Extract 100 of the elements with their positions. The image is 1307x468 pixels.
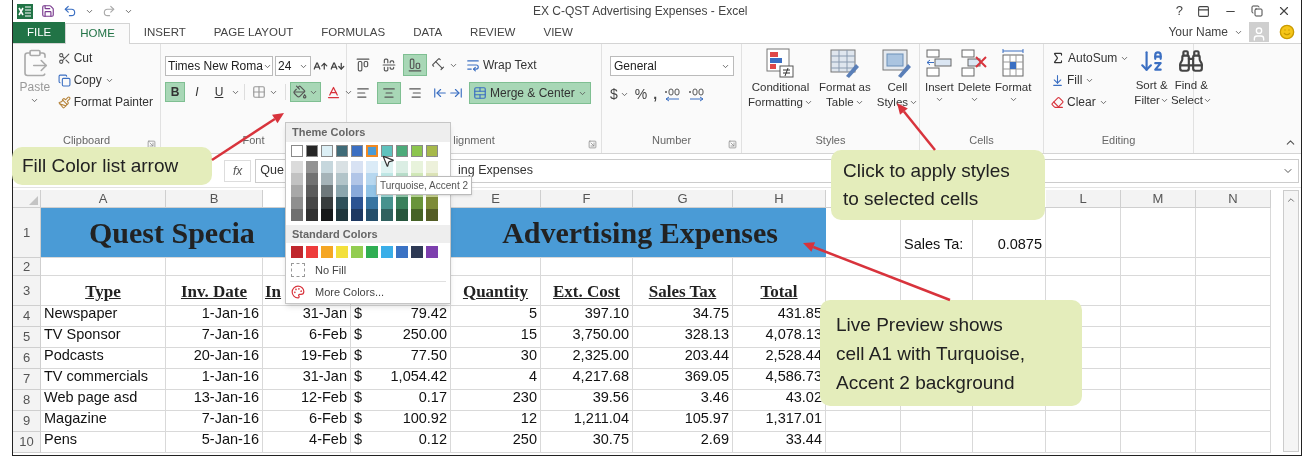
scroll-up-icon[interactable] <box>1286 195 1296 205</box>
column-header[interactable]: L <box>1046 190 1121 208</box>
ribbon-tab[interactable]: FILE <box>13 22 66 43</box>
color-swatch[interactable] <box>381 246 393 258</box>
help-button[interactable]: ? <box>1175 1 1183 21</box>
center-button[interactable] <box>377 82 401 104</box>
color-swatch[interactable] <box>291 160 303 173</box>
insert-function-button[interactable]: fx <box>224 159 252 182</box>
vertical-scrollbar[interactable] <box>1283 190 1299 452</box>
color-swatch[interactable] <box>336 160 348 173</box>
copy-button[interactable]: Copy <box>54 70 156 90</box>
group-label: Clipboard <box>62 133 111 148</box>
color-swatch[interactable] <box>426 160 438 173</box>
color-swatch[interactable] <box>291 246 303 258</box>
ribbon-tab[interactable]: HOME <box>65 23 130 44</box>
number-format-dropdown[interactable]: General <box>610 56 734 76</box>
fill-button[interactable]: Fill <box>1048 70 1133 90</box>
color-swatch[interactable] <box>411 144 423 157</box>
close-icon[interactable] <box>1277 4 1291 18</box>
ribbon-tab[interactable]: INSERT <box>129 22 200 43</box>
increase-decimal-icon[interactable] <box>663 87 682 102</box>
dialog-launcher-icon[interactable] <box>588 140 597 149</box>
bold-button[interactable]: B <box>165 82 185 102</box>
column-header[interactable]: M <box>1121 190 1196 208</box>
select-all-button[interactable] <box>13 190 41 208</box>
color-swatch[interactable] <box>351 246 363 258</box>
style-gallery-button[interactable]: Cell Styles <box>874 48 921 110</box>
no-fill-option[interactable]: No Fill <box>286 262 450 279</box>
ribbon-tab[interactable]: DATA <box>399 22 457 43</box>
save-icon[interactable] <box>41 4 55 18</box>
column-header[interactable]: G <box>633 190 733 208</box>
merge-center-button[interactable]: Merge & Center <box>469 82 591 104</box>
column-header[interactable]: E <box>451 190 541 208</box>
column-header[interactable]: H <box>733 190 826 208</box>
color-swatch[interactable] <box>396 246 408 258</box>
clear-button[interactable]: Clear <box>1048 92 1133 112</box>
color-swatch[interactable] <box>306 160 318 173</box>
column-header[interactable]: B <box>166 190 263 208</box>
color-swatch[interactable] <box>321 144 333 157</box>
cells-button[interactable]: Format <box>994 48 1033 104</box>
style-gallery-button[interactable]: Conditional Formatting <box>746 48 815 110</box>
fill-color-button[interactable] <box>290 82 321 102</box>
dialog-launcher-icon[interactable] <box>728 140 737 149</box>
style-gallery-button[interactable]: Format as Table <box>816 48 873 110</box>
color-swatch[interactable] <box>381 144 393 157</box>
color-swatch[interactable] <box>306 246 318 258</box>
color-swatch[interactable] <box>396 144 408 157</box>
smiley-icon[interactable] <box>1279 24 1295 40</box>
find-select-button[interactable]: Find & Select <box>1170 48 1212 108</box>
color-swatch[interactable] <box>336 144 348 157</box>
ribbon-display-options-icon[interactable] <box>1197 4 1210 18</box>
color-swatch[interactable] <box>336 246 348 258</box>
color-swatch[interactable] <box>396 160 408 173</box>
avatar[interactable] <box>1249 22 1269 42</box>
autosum-button[interactable]: AutoSum <box>1048 48 1133 68</box>
ribbon-tab[interactable]: FORMULAS <box>307 22 400 43</box>
font-size-dropdown[interactable]: 24 <box>275 56 311 76</box>
color-swatch[interactable] <box>366 144 378 157</box>
ribbon-tab[interactable]: REVIEW <box>456 22 530 43</box>
cells-button[interactable]: Delete <box>956 48 992 104</box>
color-swatch[interactable] <box>426 246 438 258</box>
color-swatch[interactable] <box>351 144 363 157</box>
color-swatch[interactable] <box>411 246 423 258</box>
column-header[interactable]: F <box>541 190 633 208</box>
restore-icon[interactable] <box>1251 5 1263 17</box>
font-name-dropdown[interactable]: Times New Roma <box>165 56 273 76</box>
undo-icon[interactable] <box>63 4 77 18</box>
cut-button[interactable]: Cut <box>54 48 156 68</box>
underline-button[interactable]: U <box>209 82 229 102</box>
account-name[interactable]: Your Name <box>1168 23 1228 41</box>
redo-icon[interactable] <box>102 4 116 18</box>
italic-button[interactable]: I <box>187 82 207 102</box>
sort-filter-button[interactable]: Sort & Filter <box>1134 48 1169 108</box>
currency-button[interactable]: $ <box>610 84 629 105</box>
decrease-indent-icon[interactable] <box>433 86 447 100</box>
comma-button[interactable]: , <box>653 84 658 105</box>
color-swatch[interactable] <box>366 160 378 173</box>
color-swatch[interactable] <box>306 144 318 157</box>
column-header[interactable]: N <box>1196 190 1271 208</box>
cells-button[interactable]: Insert <box>924 48 955 104</box>
format-painter-button[interactable]: Format Painter <box>54 92 156 112</box>
dialog-launcher-icon[interactable] <box>147 140 156 149</box>
ribbon-tab[interactable]: VIEW <box>529 22 587 43</box>
color-swatch[interactable] <box>291 144 303 157</box>
color-swatch[interactable] <box>321 160 333 173</box>
caret-icon <box>1159 96 1169 105</box>
decrease-decimal-icon[interactable] <box>687 87 706 102</box>
wrap-text-button[interactable]: Wrap Text <box>463 55 540 75</box>
bottom-align-button[interactable] <box>403 54 427 76</box>
color-swatch[interactable] <box>426 144 438 157</box>
column-header[interactable]: A <box>41 190 166 208</box>
color-swatch[interactable] <box>321 246 333 258</box>
window-title: EX C-QST Advertising Expenses - Excel <box>533 3 748 20</box>
ribbon-tab[interactable]: PAGE LAYOUT <box>199 22 308 43</box>
color-swatch[interactable] <box>351 160 363 173</box>
color-swatch[interactable] <box>366 246 378 258</box>
insert-cells-icon <box>925 48 954 78</box>
color-swatch[interactable] <box>411 160 423 173</box>
percent-button[interactable]: % <box>634 84 648 105</box>
increase-indent-icon[interactable] <box>449 86 463 100</box>
